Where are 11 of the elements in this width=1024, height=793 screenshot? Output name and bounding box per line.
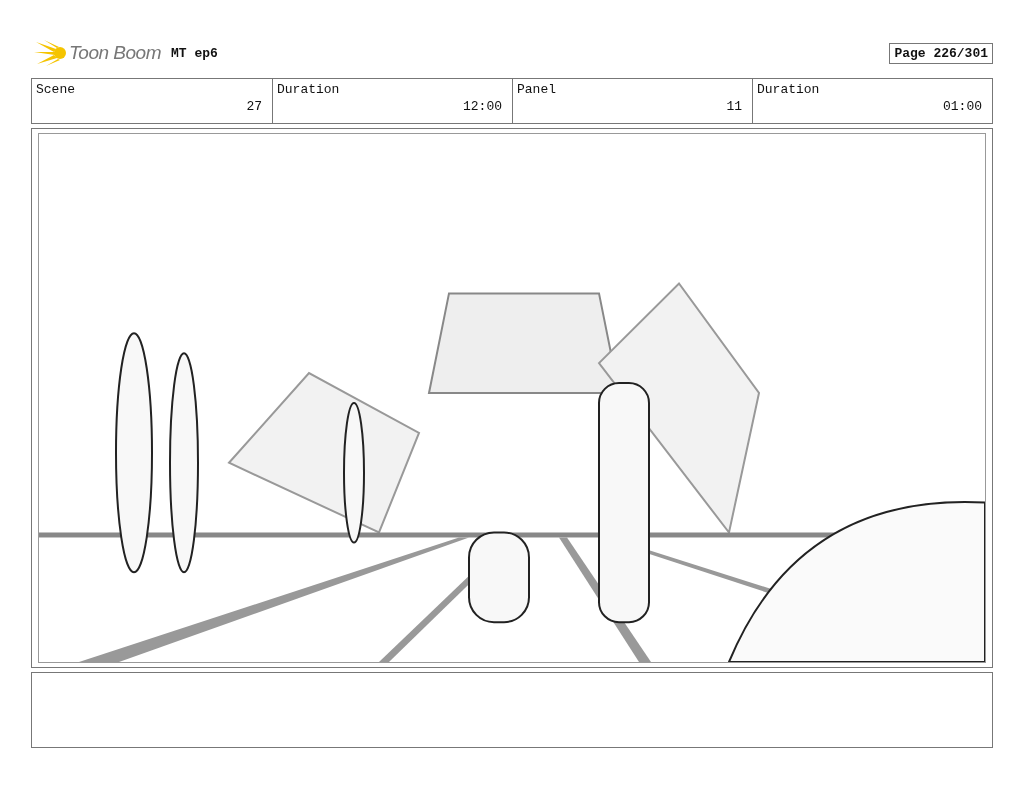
page-number: Page 226/301 bbox=[889, 42, 993, 64]
field-label: Duration bbox=[277, 82, 340, 97]
field-label: Scene bbox=[36, 82, 75, 97]
field-value: 12:00 bbox=[463, 99, 502, 114]
field-label: Panel bbox=[517, 82, 556, 97]
field-label: Duration bbox=[757, 82, 820, 97]
project-title: MT ep6 bbox=[171, 45, 218, 61]
field-value: 27 bbox=[246, 99, 262, 114]
field-value: 01:00 bbox=[943, 99, 982, 114]
field-value: 11 bbox=[726, 99, 742, 114]
logo-text: Toon Boom bbox=[69, 42, 161, 64]
